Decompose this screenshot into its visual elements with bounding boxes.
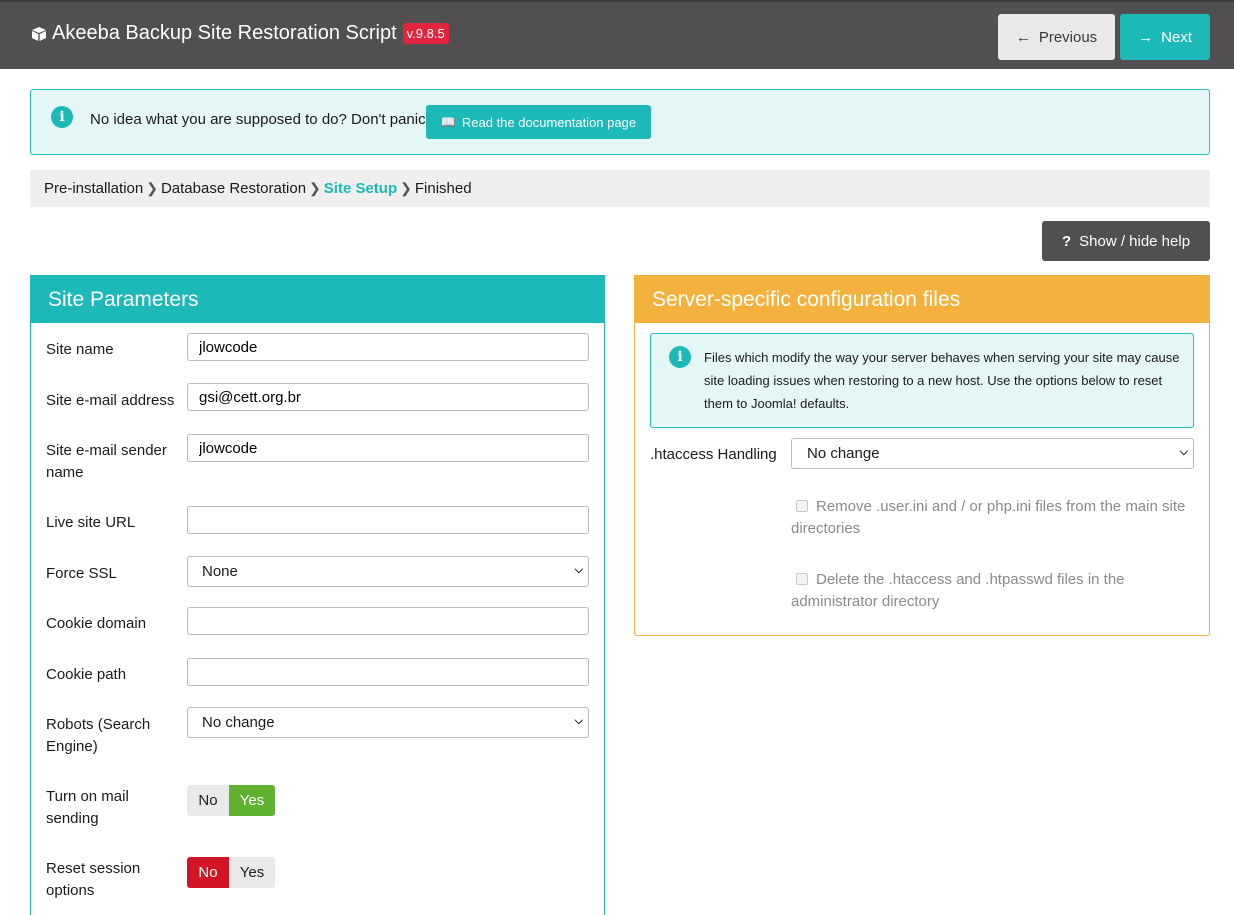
previous-button[interactable]: ← Previous [998,14,1115,60]
book-icon: 📖 [440,115,456,129]
chevron-right-icon: ❯ [400,180,412,196]
server-config-panel: Server-specific configuration files i Fi… [634,275,1210,636]
reset-session-yes[interactable]: Yes [229,857,275,888]
delete-htaccess-label: Delete the .htaccess and .htpasswd files… [791,571,1125,610]
delete-htaccess-checkbox[interactable] [796,573,808,585]
cookie-domain-label: Cookie domain [46,615,147,632]
htaccess-label: .htaccess Handling [650,446,777,463]
version-badge: v.9.8.5 [402,23,449,44]
previous-label: Previous [1038,28,1098,46]
reset-session-toggle[interactable]: No Yes [187,857,275,888]
mail-sending-yes[interactable]: Yes [229,785,275,816]
reset-session-label: Reset session options [46,860,141,899]
reset-session-no[interactable]: No [187,857,229,888]
help-alert: i No idea what you are supposed to do? D… [30,89,1210,155]
help-label: Show / hide help [1079,232,1191,250]
htaccess-value: No change [807,445,880,462]
robots-label: Robots (Search Engine) [46,716,151,755]
next-button[interactable]: → Next [1120,14,1210,60]
site-email-input[interactable] [187,383,589,411]
arrow-left-icon: ← [1015,28,1031,46]
info-icon: i [669,346,691,368]
breadcrumb-step: Database Restoration [160,180,307,197]
info-icon: i [51,106,73,128]
breadcrumb-step-active: Site Setup [323,180,398,197]
site-name-label: Site name [46,341,114,358]
chevron-right-icon: ❯ [146,180,158,196]
chevron-down-icon: ⌵ [574,564,583,576]
app-title: Akeeba Backup Site Restoration Script [52,22,397,44]
site-name-input[interactable] [187,333,589,361]
cookie-path-input[interactable] [187,658,589,686]
chevron-down-icon: ⌵ [574,715,583,727]
question-icon: ? [1061,232,1072,250]
breadcrumb-step: Finished [414,180,472,197]
breadcrumb: Pre-installation ❯ Database Restoration … [30,170,1210,207]
delete-htaccess-option: Delete the .htaccess and .htpasswd files… [791,569,1194,613]
force-ssl-select[interactable]: None ⌵ [187,556,589,587]
site-email-label: Site e-mail address [46,392,175,409]
robots-value: No change [202,714,275,731]
next-label: Next [1161,28,1192,46]
breadcrumb-step: Pre-installation [44,180,144,197]
chevron-right-icon: ❯ [309,180,321,196]
mail-sending-label: Turn on mail sending [46,788,129,827]
documentation-label: Read the documentation page [461,114,637,130]
robots-select[interactable]: No change ⌵ [187,707,589,738]
arrow-right-icon: → [1138,28,1154,46]
cookie-domain-input[interactable] [187,607,589,635]
htaccess-select[interactable]: No change ⌵ [791,438,1194,469]
alert-message: No idea what you are supposed to do? Don… [90,111,430,128]
cookie-path-label: Cookie path [46,666,127,683]
remove-user-ini-option: Remove .user.ini and / or php.ini files … [791,496,1194,540]
chevron-down-icon: ⌵ [1179,446,1188,458]
documentation-button[interactable]: 📖 Read the documentation page [426,105,651,139]
top-bar: Akeeba Backup Site Restoration Script v.… [0,0,1234,69]
mail-sending-no[interactable]: No [187,785,229,816]
brand: Akeeba Backup Site Restoration Script v.… [30,22,449,45]
sender-name-label: Site e-mail sender name [46,442,167,481]
package-icon [32,26,46,41]
force-ssl-value: None [202,563,238,580]
force-ssl-label: Force SSL [46,565,117,582]
panel-title: Server-specific configuration files [635,276,1209,323]
server-config-info: i Files which modify the way your server… [650,333,1194,428]
sender-name-input[interactable] [187,434,589,462]
live-url-label: Live site URL [46,514,136,531]
panel-title: Site Parameters [31,276,604,323]
remove-user-ini-label: Remove .user.ini and / or php.ini files … [791,498,1186,537]
live-url-input[interactable] [187,506,589,534]
mail-sending-toggle[interactable]: No Yes [187,785,275,816]
server-config-message: Files which modify the way your server b… [704,350,1180,411]
show-hide-help-button[interactable]: ? Show / hide help [1042,221,1210,261]
remove-user-ini-checkbox[interactable] [796,500,808,512]
site-parameters-panel: Site Parameters Site name Site e-mail ad… [30,275,605,915]
